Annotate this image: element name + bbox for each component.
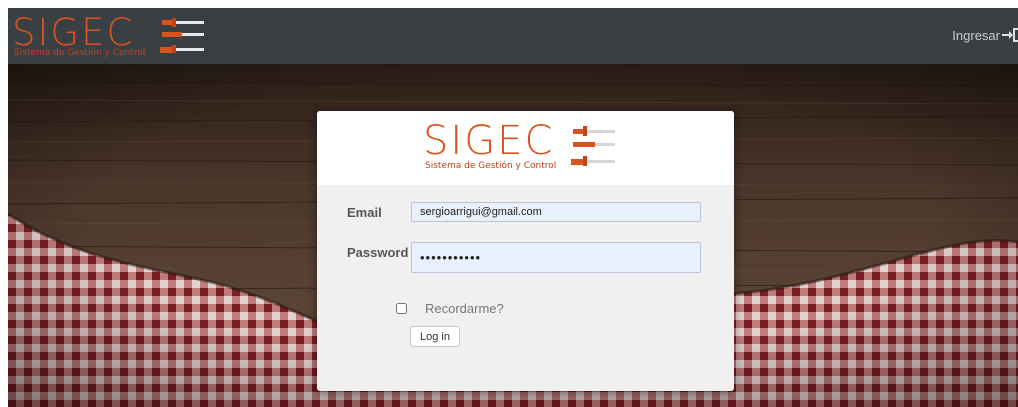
email-label: Email (347, 205, 382, 220)
remember-me-label[interactable]: Recordarme? (425, 301, 504, 316)
brand-logo[interactable]: SIGEC Sistema de Gestión y Control (12, 12, 222, 60)
top-navbar: SIGEC Sistema de Gestión y Control Ingre… (8, 8, 1018, 64)
sliders-logo-icon (571, 126, 615, 166)
email-field[interactable] (411, 202, 701, 222)
login-button[interactable]: Log in (410, 326, 460, 347)
login-card: SIGEC Sistema de Gestión y Control Email… (317, 111, 734, 391)
app-frame: SIGEC Sistema de Gestión y Control Ingre… (8, 8, 1018, 407)
sliders-logo-icon (160, 18, 204, 53)
card-logo-subtitle: Sistema de Gestión y Control (425, 161, 557, 171)
ingresar-link[interactable]: Ingresar (952, 26, 1018, 44)
password-label: Password (347, 245, 409, 260)
login-card-header: SIGEC Sistema de Gestión y Control (317, 111, 734, 185)
brand-subtitle: Sistema de Gestión y Control (14, 48, 146, 58)
remember-me-checkbox[interactable] (396, 303, 407, 314)
card-logo: SIGEC Sistema de Gestión y Control (423, 119, 623, 175)
card-logo-title: SIGEC (423, 118, 555, 164)
password-field[interactable] (411, 242, 701, 273)
ingresar-label: Ingresar (952, 27, 1000, 43)
sign-in-icon (1002, 28, 1018, 42)
